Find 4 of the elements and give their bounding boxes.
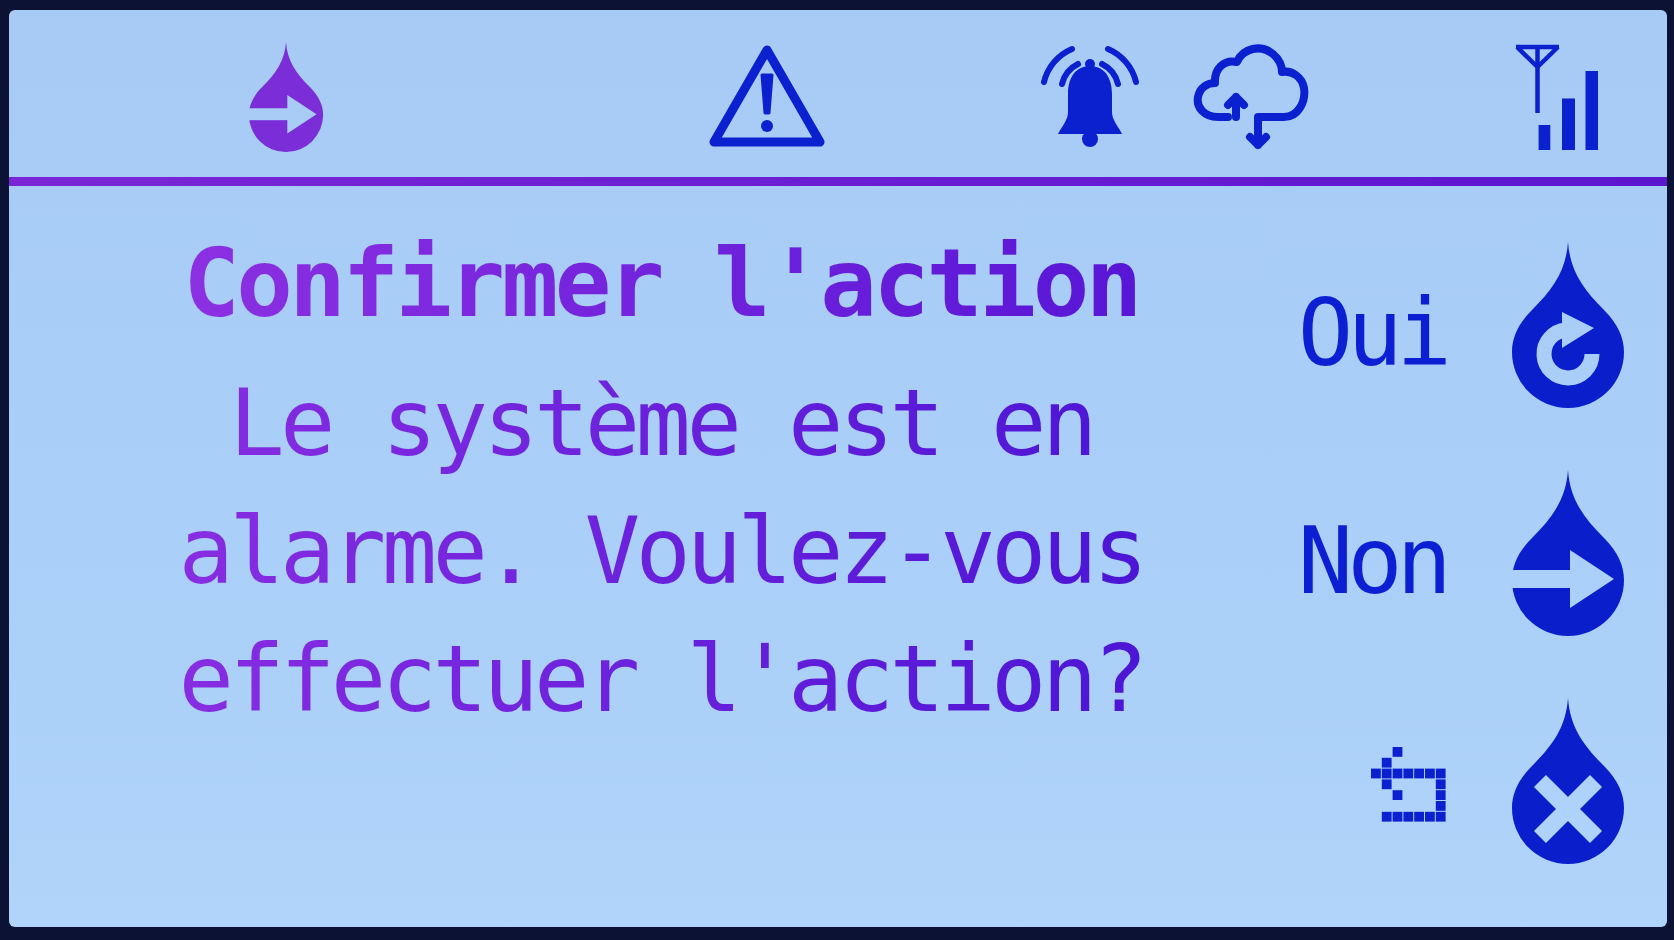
option-label: Oui <box>1297 288 1446 380</box>
return-arrow-icon <box>1371 746 1446 822</box>
antenna-signal-icon <box>1514 42 1600 151</box>
option-label: Non <box>1297 516 1446 608</box>
